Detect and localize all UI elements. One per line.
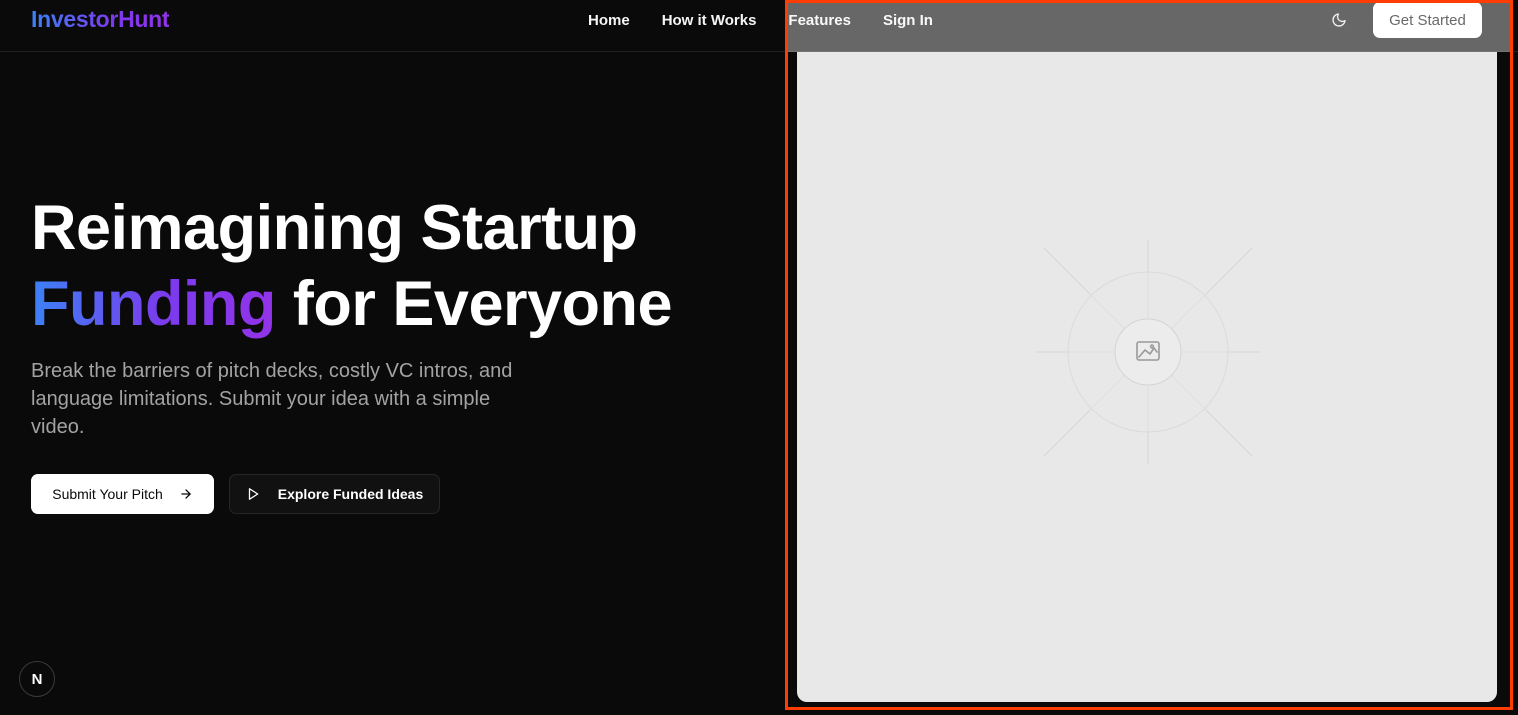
arrow-right-icon	[181, 489, 191, 499]
submit-pitch-label: Submit Your Pitch	[52, 486, 163, 502]
hero-title-line2: Funding for Everyone	[31, 266, 673, 342]
landing-page: InvestorHunt Home How it Works Features …	[0, 0, 1518, 715]
brand-logo[interactable]: InvestorHunt	[31, 4, 170, 34]
nav-link-home[interactable]: Home	[588, 12, 630, 29]
hero-description: Break the barriers of pitch decks, costl…	[31, 360, 513, 438]
hero-title-highlight: Funding	[31, 269, 276, 339]
dev-tools-badge[interactable]: N	[19, 661, 55, 697]
hero-title-rest: for Everyone	[292, 269, 673, 339]
nav-link-how-it-works[interactable]: How it Works	[662, 12, 757, 29]
explore-funded-ideas-button[interactable]: Explore Funded Ideas	[229, 474, 440, 514]
hero-title-line1: Reimagining Startup	[31, 193, 638, 263]
media-selection-frame	[785, 0, 1513, 710]
hero-title: Reimagining Startup Funding for Everyone	[31, 190, 673, 342]
submit-pitch-button[interactable]: Submit Your Pitch	[31, 474, 214, 514]
explore-funded-ideas-label: Explore Funded Ideas	[277, 486, 424, 502]
play-icon	[248, 488, 259, 500]
